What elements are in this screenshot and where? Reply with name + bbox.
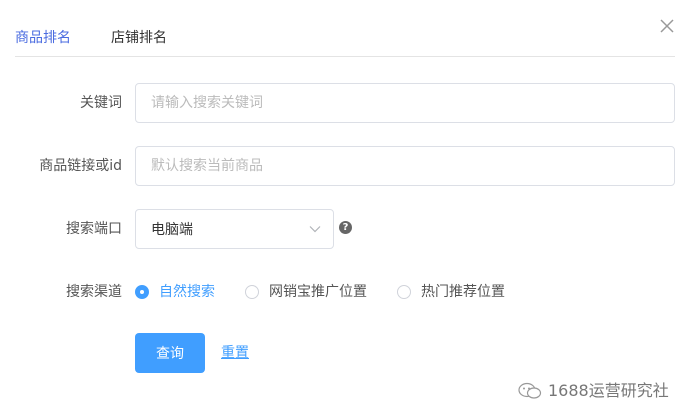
channel-label: 搜索渠道 <box>66 284 122 300</box>
keyword-label: 关键词 <box>80 95 122 111</box>
wechat-icon <box>518 382 542 399</box>
query-button[interactable]: 查询 <box>135 333 205 373</box>
radio-dot <box>397 285 411 299</box>
tab-bar: 商品排名 店铺排名 <box>15 0 675 57</box>
link-label: 商品链接或id <box>39 158 122 174</box>
radio-label: 网销宝推广位置 <box>269 284 367 300</box>
reset-link[interactable]: 重置 <box>221 343 249 363</box>
radio-wangxiaobao[interactable]: 网销宝推广位置 <box>245 282 367 302</box>
radio-label: 自然搜索 <box>159 284 215 300</box>
port-selected-value: 电脑端 <box>151 222 193 238</box>
close-icon[interactable] <box>658 17 676 35</box>
tab-store-ranking[interactable]: 店铺排名 <box>111 28 167 48</box>
watermark: 1688运营研究社 <box>518 380 669 402</box>
tab-product-ranking[interactable]: 商品排名 <box>15 28 71 48</box>
port-label: 搜索端口 <box>66 221 122 237</box>
watermark-text: 1688运营研究社 <box>548 381 669 400</box>
port-select[interactable]: 电脑端 <box>135 209 334 249</box>
radio-dot <box>245 285 259 299</box>
link-input[interactable] <box>135 146 675 186</box>
help-icon[interactable]: ? <box>339 221 352 234</box>
radio-natural-search[interactable]: 自然搜索 <box>135 282 215 302</box>
radio-dot <box>135 285 149 299</box>
keyword-input[interactable] <box>135 83 675 123</box>
chevron-down-icon <box>309 226 321 233</box>
radio-label: 热门推荐位置 <box>421 284 505 300</box>
radio-hot-recommend[interactable]: 热门推荐位置 <box>397 282 505 302</box>
